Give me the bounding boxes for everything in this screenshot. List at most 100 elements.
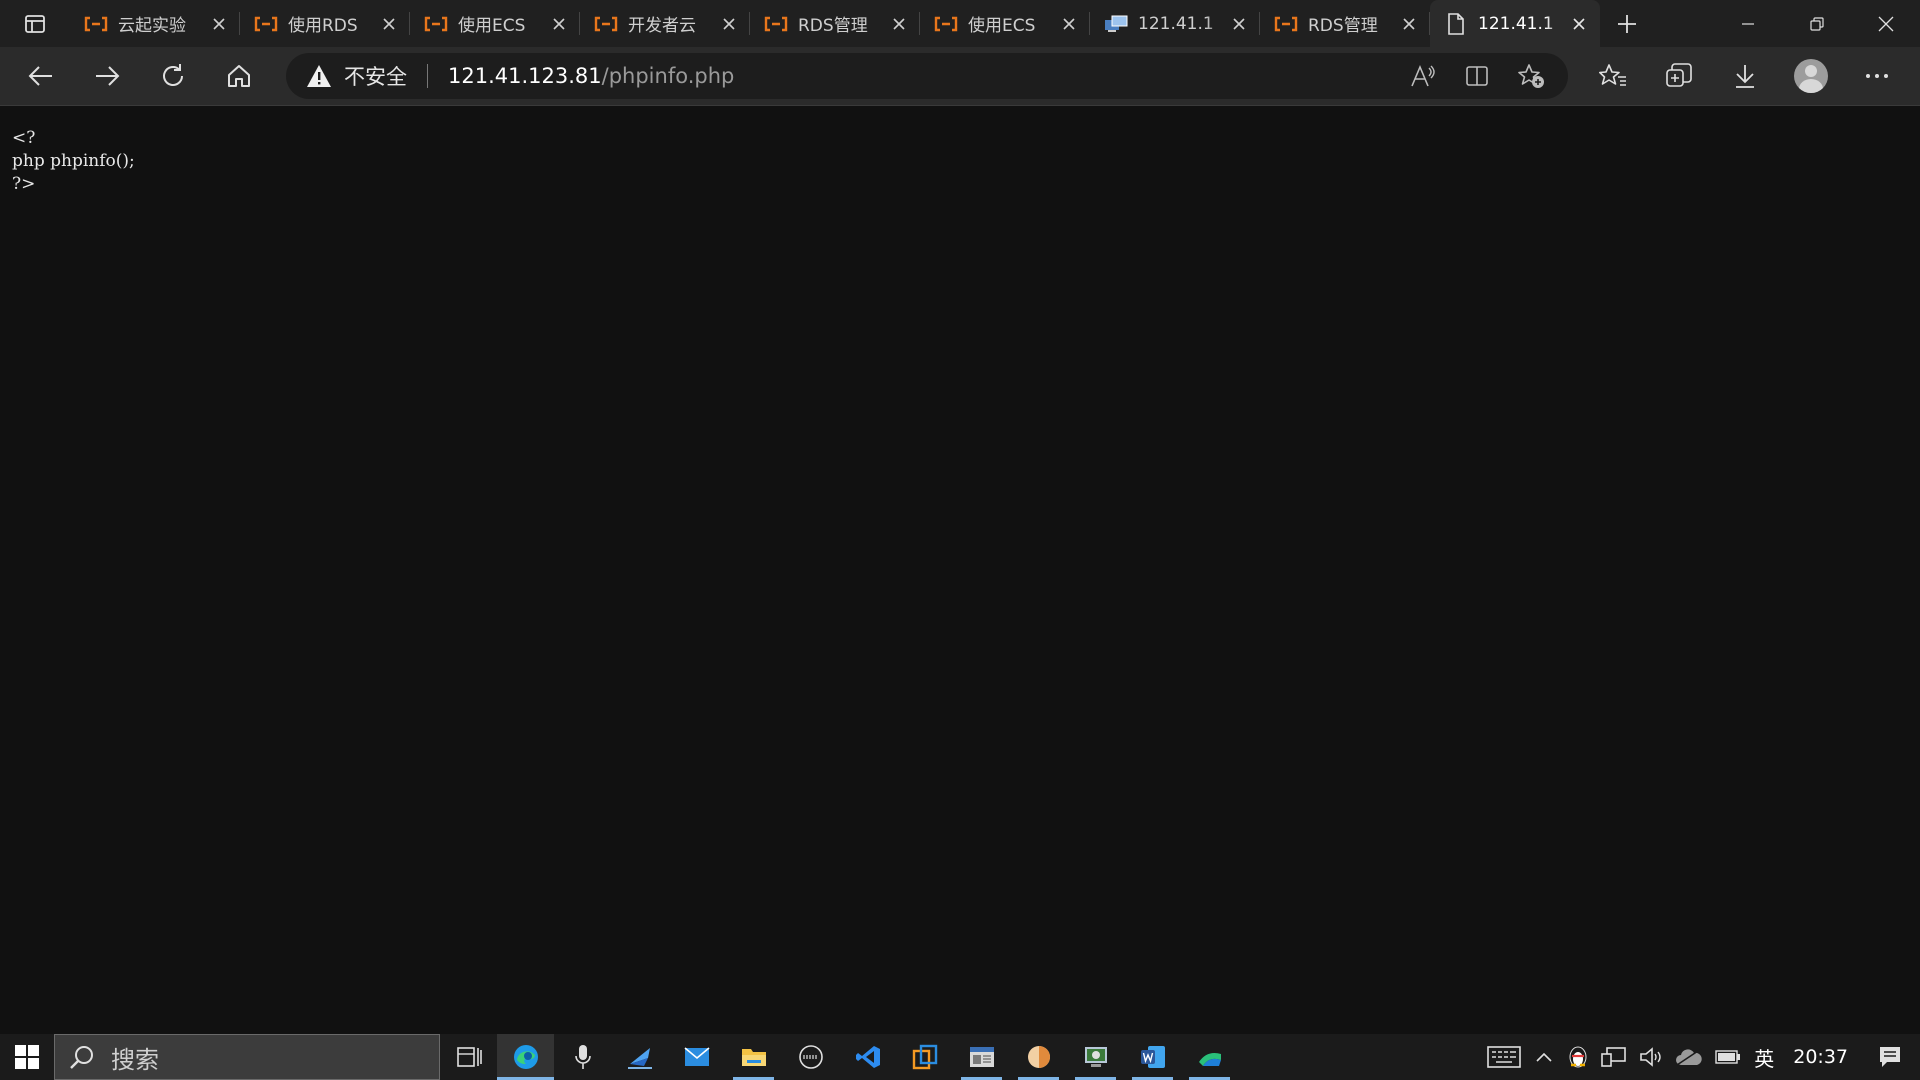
taskbar-app-mail[interactable] xyxy=(668,1034,725,1080)
close-icon[interactable] xyxy=(1228,13,1250,35)
tab-strip: 云起实验 使用RDS 使用ECS 开发者云 RDS管理 使用ECS 121.41… xyxy=(0,0,1920,47)
address-bar-actions xyxy=(1396,53,1558,99)
taskbar-app-vscode[interactable] xyxy=(839,1034,896,1080)
tab-actions-button[interactable] xyxy=(0,0,70,47)
tab-item[interactable]: RDS管理 xyxy=(750,0,920,47)
close-icon xyxy=(1878,16,1893,31)
page-icon xyxy=(1444,12,1468,35)
onedrive-button[interactable] xyxy=(1669,1034,1709,1080)
battery-button[interactable] xyxy=(1709,1034,1747,1080)
star-add-icon xyxy=(1518,64,1544,88)
volume-button[interactable] xyxy=(1633,1034,1669,1080)
read-aloud-button[interactable] xyxy=(1396,53,1450,99)
input-method-button[interactable]: 英 xyxy=(1747,1034,1781,1080)
close-icon[interactable] xyxy=(378,13,400,35)
taskbar-app-voice[interactable] xyxy=(554,1034,611,1080)
taskbar-app-remote[interactable] xyxy=(1067,1034,1124,1080)
close-icon[interactable] xyxy=(1398,13,1420,35)
keyboard-icon xyxy=(1487,1046,1522,1068)
vscode-icon xyxy=(855,1046,880,1068)
more-menu-button[interactable] xyxy=(1844,47,1910,106)
word-icon xyxy=(1140,1046,1165,1068)
split-screen-button[interactable] xyxy=(1450,53,1504,99)
system-tray: 英 20:37 xyxy=(1481,1034,1920,1080)
close-icon[interactable] xyxy=(1568,13,1590,35)
collections-button[interactable] xyxy=(1646,47,1712,106)
touch-keyboard-button[interactable] xyxy=(1481,1034,1527,1080)
arrow-right-icon xyxy=(96,66,120,86)
tab-item[interactable]: 使用RDS xyxy=(240,0,410,47)
favorites-icon xyxy=(1599,64,1626,86)
minimize-button[interactable] xyxy=(1713,0,1782,47)
tab-item[interactable]: 使用ECS xyxy=(920,0,1090,47)
speaker-icon xyxy=(1640,1047,1661,1067)
home-button[interactable] xyxy=(206,47,272,106)
split-screen-icon xyxy=(1466,66,1488,86)
taskbar-app-feedback[interactable] xyxy=(611,1034,668,1080)
tab-item[interactable]: 云起实验 xyxy=(70,0,240,47)
close-window-button[interactable] xyxy=(1851,0,1920,47)
read-aloud-icon xyxy=(1411,64,1435,87)
source-line: <? xyxy=(12,128,36,148)
remote-desktop-icon xyxy=(1104,14,1128,34)
taskbar-app-circle[interactable] xyxy=(1010,1034,1067,1080)
tab-item[interactable]: RDS管理 xyxy=(1260,0,1430,47)
cloud-bracket-icon xyxy=(764,14,788,34)
tab-title: 使用RDS xyxy=(288,16,358,36)
tray-app-penguin[interactable] xyxy=(1561,1034,1595,1080)
taskbar-app-word[interactable] xyxy=(1124,1034,1181,1080)
downloads-button[interactable] xyxy=(1712,47,1778,106)
start-button[interactable] xyxy=(0,1034,54,1080)
close-icon[interactable] xyxy=(888,13,910,35)
cloud-bracket-icon xyxy=(84,14,108,34)
address-bar[interactable]: 不安全 121.41.123.81/phpinfo.php xyxy=(286,53,1568,99)
favorites-button[interactable] xyxy=(1580,47,1646,106)
back-button[interactable] xyxy=(8,47,74,106)
new-tab-button[interactable] xyxy=(1600,0,1654,47)
window-controls xyxy=(1713,0,1920,47)
url-text[interactable]: 121.41.123.81/phpinfo.php xyxy=(448,64,734,88)
restore-button[interactable] xyxy=(1782,0,1851,47)
profile-button[interactable] xyxy=(1778,47,1844,106)
tab-item-active[interactable]: 121.41.1 xyxy=(1430,0,1600,47)
taskbar-search-box[interactable]: 搜索 xyxy=(54,1034,440,1080)
tab-item[interactable]: 使用ECS xyxy=(410,0,580,47)
close-icon[interactable] xyxy=(718,13,740,35)
plus-icon xyxy=(1618,14,1636,33)
microphone-icon xyxy=(574,1045,591,1069)
taskbar-app-orange[interactable] xyxy=(896,1034,953,1080)
close-icon[interactable] xyxy=(1058,13,1080,35)
tab-item[interactable]: 开发者云 xyxy=(580,0,750,47)
close-icon[interactable] xyxy=(208,13,230,35)
forward-button[interactable] xyxy=(74,47,140,106)
warning-icon xyxy=(307,65,331,87)
more-icon xyxy=(1866,74,1888,78)
page-content: <? php phpinfo(); ?> xyxy=(0,107,1920,1034)
folder-icon xyxy=(741,1049,766,1066)
clock[interactable]: 20:37 xyxy=(1781,1034,1860,1080)
taskbar-app-wave[interactable] xyxy=(1181,1034,1238,1080)
network-status-button[interactable] xyxy=(1595,1034,1633,1080)
close-icon[interactable] xyxy=(548,13,570,35)
task-view-button[interactable] xyxy=(440,1034,497,1080)
url-host: 121.41.123.81 xyxy=(448,64,602,88)
add-favorite-button[interactable] xyxy=(1504,53,1558,99)
tab-title: 使用ECS xyxy=(458,16,526,36)
chevron-up-icon xyxy=(1536,1052,1552,1062)
notification-center-button[interactable] xyxy=(1860,1034,1920,1080)
windows-logo-icon xyxy=(15,1045,39,1069)
tab-title: 121.41.1 xyxy=(1478,13,1554,34)
tab-title: 开发者云 xyxy=(628,16,696,36)
show-hidden-icons-button[interactable] xyxy=(1527,1034,1561,1080)
mail-icon xyxy=(683,1047,710,1066)
penguin-icon xyxy=(1569,1046,1587,1068)
network-icon xyxy=(1601,1047,1627,1067)
taskbar-app-edge[interactable] xyxy=(497,1034,554,1080)
circle-app-icon xyxy=(1027,1046,1050,1068)
taskbar-app-window[interactable] xyxy=(953,1034,1010,1080)
taskbar-app-dell[interactable] xyxy=(782,1034,839,1080)
security-indicator[interactable]: 不安全 xyxy=(306,61,407,91)
tab-item[interactable]: 121.41.1 xyxy=(1090,0,1260,47)
taskbar-app-explorer[interactable] xyxy=(725,1034,782,1080)
refresh-button[interactable] xyxy=(140,47,206,106)
